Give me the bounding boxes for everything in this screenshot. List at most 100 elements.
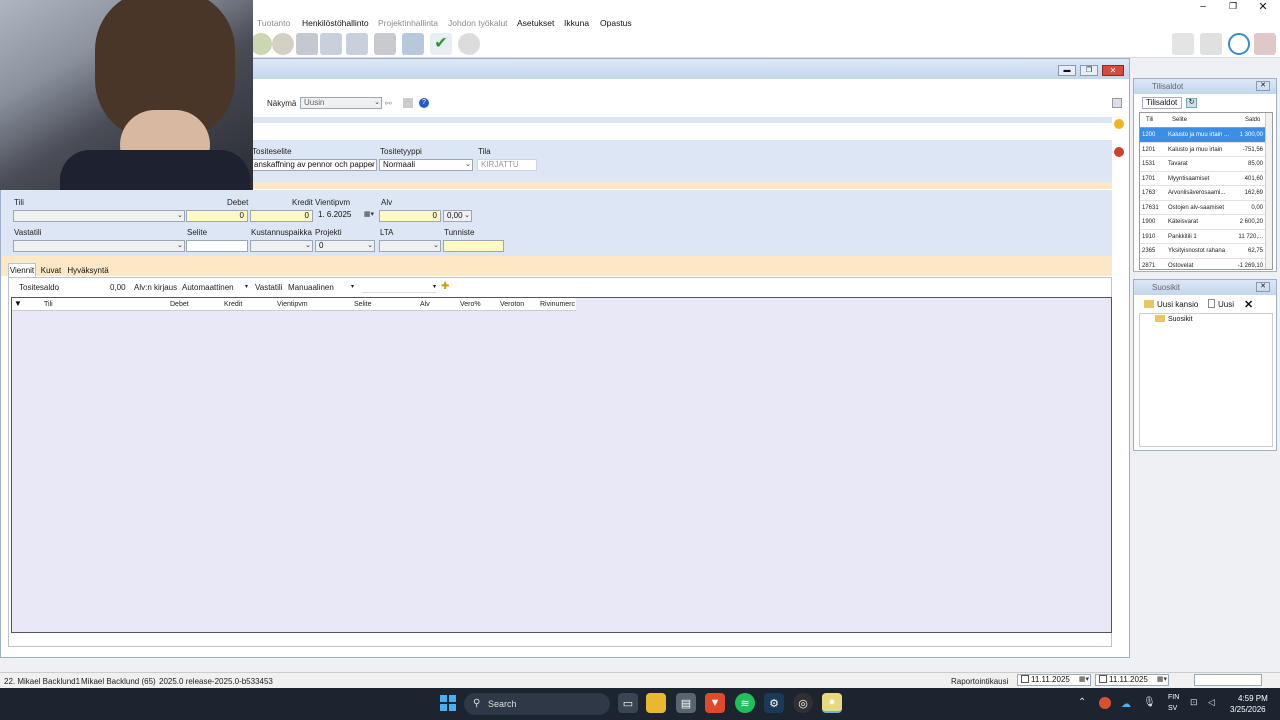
brave-icon[interactable]: ▼: [705, 693, 725, 713]
calendar-icon[interactable]: ▦▾: [1079, 675, 1089, 685]
balance-row[interactable]: 1201 Kalusto ja muu irtain -751,56: [1140, 143, 1265, 157]
menu-opastus[interactable]: Opastus: [600, 18, 632, 28]
project-select[interactable]: 0 ⌄: [315, 240, 375, 252]
checkbox-icon[interactable]: [1099, 675, 1107, 683]
balance-row[interactable]: 1531 Tavarat 85,00: [1140, 157, 1265, 172]
toolbar-print-icon[interactable]: [296, 33, 318, 55]
offset-mode-select[interactable]: Manuaalinen ▾: [288, 283, 358, 292]
menu-projektinhallinta[interactable]: Projektinhallinta: [378, 18, 438, 28]
balance-row[interactable]: 2871 Ostovelat -1 269,10: [1140, 259, 1265, 270]
status-empty-field[interactable]: [1194, 674, 1262, 686]
balances-tab[interactable]: Tilisaldot: [1142, 97, 1182, 109]
date-input[interactable]: 1. 6.2025 ▦▾: [315, 210, 375, 222]
menu-asetukset[interactable]: Asetukset: [517, 18, 554, 28]
inner-restore-button[interactable]: ❐: [1080, 65, 1098, 76]
store-icon[interactable]: ▤: [676, 693, 696, 713]
offset-account-select[interactable]: ⌄: [13, 240, 185, 252]
obs-icon[interactable]: ◎: [793, 693, 813, 713]
add-row-icon[interactable]: ✚: [441, 281, 449, 292]
network-icon[interactable]: ⊡: [1190, 697, 1198, 708]
menu-johdon-tyokalut[interactable]: Johdon työkalut: [448, 18, 508, 28]
cost-center-select[interactable]: ⌄: [250, 240, 313, 252]
steam-icon[interactable]: ⚙: [764, 693, 784, 713]
tab-kuvat[interactable]: Kuvat: [38, 265, 64, 277]
toolbar-calendar-icon[interactable]: [1200, 33, 1222, 55]
close-icon[interactable]: ✕: [1256, 282, 1270, 292]
credit-input[interactable]: 0: [250, 210, 313, 222]
chevron-up-icon[interactable]: ⌃: [1078, 697, 1086, 708]
account-select[interactable]: ⌄: [13, 210, 185, 222]
side-doc-icon[interactable]: [1112, 98, 1122, 108]
grid-menu-icon[interactable]: ▼: [14, 299, 22, 308]
copilot-icon[interactable]: [1099, 697, 1111, 709]
menu-ikkuna[interactable]: Ikkuna: [564, 18, 589, 28]
description-input[interactable]: [186, 240, 248, 252]
new-folder-button[interactable]: Uusi kansio: [1144, 299, 1198, 311]
tag-input[interactable]: [443, 240, 504, 252]
period-end-input[interactable]: 11.11.2025 ▦▾: [1095, 674, 1169, 686]
period-start-input[interactable]: 11.11.2025 ▦▾: [1017, 674, 1091, 686]
toolbar-docs-icon[interactable]: [320, 33, 342, 55]
lang-primary[interactable]: FIN: [1168, 694, 1179, 701]
clock-time[interactable]: 4:59 PM: [1238, 694, 1268, 703]
toolbar-round-icon[interactable]: [250, 33, 272, 55]
calendar-icon[interactable]: ▦▾: [1157, 675, 1167, 685]
toolbar-mail-icon[interactable]: [374, 33, 396, 55]
app-icon[interactable]: ●: [822, 693, 842, 713]
toolbar-search-icon[interactable]: [272, 33, 294, 55]
tree-root[interactable]: Suosikit: [1155, 315, 1193, 325]
toolbar-docs2-icon[interactable]: [346, 33, 368, 55]
balance-row[interactable]: 17631 Ostojen alv-saamiset 0,00: [1140, 201, 1265, 215]
calendar-icon[interactable]: ▦▾: [364, 210, 374, 220]
inner-minimize-button[interactable]: ▬: [1058, 65, 1076, 76]
col-bal[interactable]: Saldo: [1245, 113, 1260, 127]
col-date[interactable]: Vientipvm: [277, 301, 308, 308]
link-icon[interactable]: ⚯: [385, 99, 392, 108]
toolbar-check-icon[interactable]: ✔: [430, 33, 452, 55]
toolbar-tools-icon[interactable]: [1254, 33, 1276, 55]
new-button[interactable]: Uusi: [1208, 299, 1234, 311]
voucher-desc-field[interactable]: anskaffning av pennor och papper ⌄: [250, 159, 377, 171]
start-icon[interactable]: [440, 695, 456, 711]
close-button[interactable]: ✕: [1256, 0, 1270, 13]
file-explorer-icon[interactable]: [646, 693, 666, 713]
delete-icon[interactable]: ✕: [1244, 298, 1253, 311]
menu-tuotanto[interactable]: Tuotanto: [257, 18, 290, 28]
refresh-icon[interactable]: ↻: [1186, 98, 1197, 108]
onedrive-icon[interactable]: ☁: [1121, 699, 1131, 710]
balance-row[interactable]: 2365 Yksityisnostot rahana 62,75: [1140, 244, 1265, 259]
col-description[interactable]: Selite: [354, 301, 372, 308]
vat-amount-input[interactable]: 0: [379, 210, 441, 222]
help-icon[interactable]: ?: [419, 98, 429, 108]
filter-select[interactable]: ▾: [362, 283, 436, 293]
close-icon[interactable]: ✕: [1256, 81, 1270, 91]
toolbar-edit-icon[interactable]: [1172, 33, 1194, 55]
col-acc[interactable]: Tili: [1146, 113, 1153, 127]
col-account[interactable]: Tili: [44, 301, 53, 308]
balance-row[interactable]: 1910 Pankkitili 1 11 720,...: [1140, 230, 1265, 244]
spotify-icon[interactable]: ≋: [735, 693, 755, 713]
view-select[interactable]: Uusin ⌄: [300, 97, 382, 109]
doc-icon[interactable]: [403, 98, 413, 108]
col-vat-percent[interactable]: Vero%: [460, 301, 481, 308]
maximize-button[interactable]: ❐: [1226, 1, 1240, 13]
vat-percent-select[interactable]: 0,00 ⌄: [443, 210, 472, 222]
balance-row[interactable]: 1763 Arvonlisäverosaami... 162,69: [1140, 186, 1265, 201]
lang-secondary[interactable]: SV: [1168, 705, 1177, 712]
task-view-icon[interactable]: ▭: [618, 693, 638, 713]
col-credit[interactable]: Kredit: [224, 301, 242, 308]
col-debit[interactable]: Debet: [170, 301, 189, 308]
col-net[interactable]: Veroton: [500, 301, 524, 308]
col-desc[interactable]: Selite: [1172, 113, 1187, 127]
debit-input[interactable]: 0: [186, 210, 248, 222]
mic-icon[interactable]: 🎙: [1143, 697, 1156, 708]
volume-icon[interactable]: ◁: [1208, 697, 1215, 708]
balance-row[interactable]: 1701 Myyntisaamiset 401,60: [1140, 172, 1265, 186]
checkbox-icon[interactable]: [1021, 675, 1029, 683]
clock-date[interactable]: 3/25/2026: [1230, 705, 1266, 714]
col-row-number[interactable]: Rivinumerc: [540, 301, 575, 308]
lta-select[interactable]: ⌄: [379, 240, 441, 252]
toolbar-report-icon[interactable]: [402, 33, 424, 55]
col-vat[interactable]: Alv: [420, 301, 430, 308]
toolbar-refresh-icon[interactable]: [458, 33, 480, 55]
